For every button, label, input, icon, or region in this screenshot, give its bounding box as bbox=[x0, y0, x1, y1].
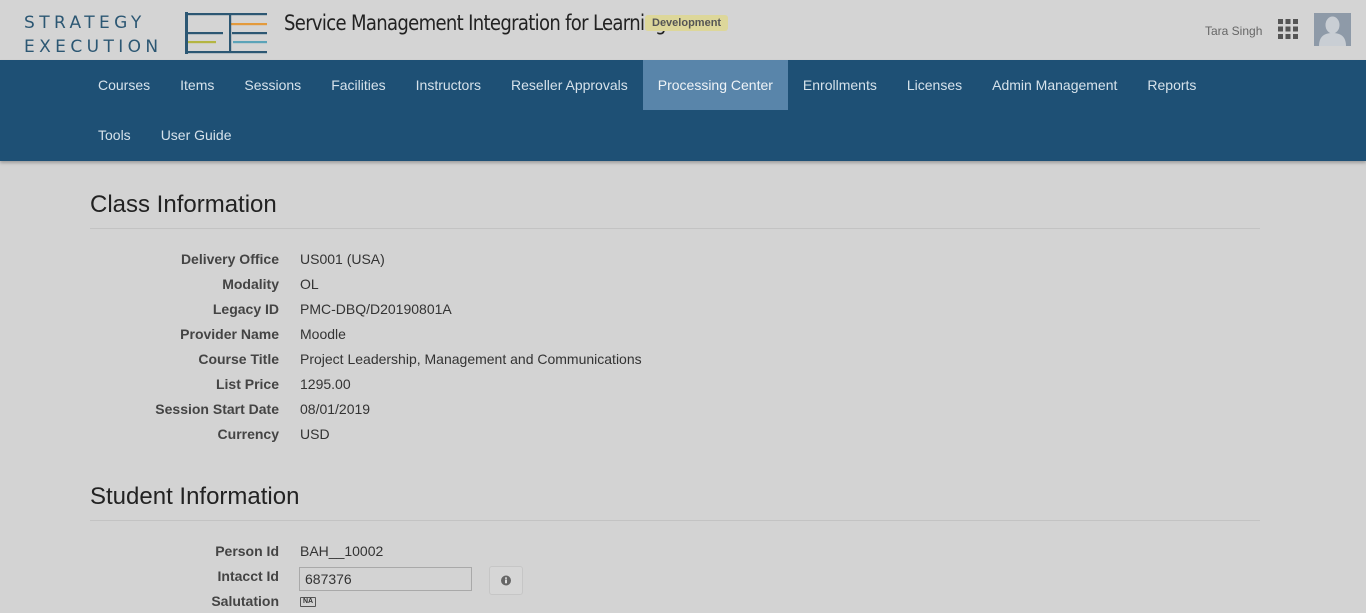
nav-item-admin-management[interactable]: Admin Management bbox=[977, 60, 1132, 110]
course-title-value: Project Leadership, Management and Commu… bbox=[300, 351, 642, 367]
app-header: STRATEGY EXECUTION Service Management In… bbox=[0, 0, 1366, 60]
grid-icon[interactable] bbox=[1278, 19, 1298, 39]
user-silhouette-icon bbox=[1319, 16, 1346, 46]
info-icon bbox=[501, 575, 511, 586]
intacct-id-input[interactable] bbox=[299, 567, 472, 591]
company-logo[interactable]: STRATEGY EXECUTION bbox=[24, 11, 163, 59]
logo-line-2: EXECUTION bbox=[24, 37, 163, 57]
field-label: List Price bbox=[215, 376, 279, 392]
logo-line-1: STRATEGY bbox=[24, 13, 146, 33]
nav-row-1: Courses Items Sessions Facilities Instru… bbox=[83, 60, 1211, 110]
nav-item-instructors[interactable]: Instructors bbox=[401, 60, 496, 110]
nav-item-user-guide[interactable]: User Guide bbox=[146, 110, 247, 160]
list-price-value: 1295.00 bbox=[300, 376, 351, 392]
nav-item-items[interactable]: Items bbox=[165, 60, 229, 110]
field-label: Delivery Office bbox=[180, 251, 279, 267]
avatar[interactable] bbox=[1314, 13, 1351, 46]
nav-item-enrollments[interactable]: Enrollments bbox=[788, 60, 892, 110]
field-label: Person Id bbox=[215, 543, 279, 559]
field-label: Session Start Date bbox=[155, 401, 279, 417]
main-nav: Courses Items Sessions Facilities Instru… bbox=[0, 60, 1366, 161]
field-label: Intacct Id bbox=[217, 568, 279, 584]
nav-item-facilities[interactable]: Facilities bbox=[316, 60, 400, 110]
class-information-heading: Class Information bbox=[90, 191, 277, 218]
nav-item-courses[interactable]: Courses bbox=[83, 60, 165, 110]
user-name[interactable]: Tara Singh bbox=[1205, 24, 1262, 38]
divider bbox=[90, 520, 1260, 521]
app-title: Service Management Integration for Learn… bbox=[284, 11, 667, 35]
legacy-id-value: PMC-DBQ/D20190801A bbox=[300, 301, 452, 317]
field-label: Provider Name bbox=[180, 326, 279, 342]
session-start-date-value: 08/01/2019 bbox=[300, 401, 371, 417]
divider bbox=[90, 228, 1260, 229]
nav-item-sessions[interactable]: Sessions bbox=[229, 60, 316, 110]
salutation-na-badge: NA bbox=[300, 597, 317, 607]
nav-item-processing-center[interactable]: Processing Center bbox=[642, 60, 788, 110]
field-label: Currency bbox=[217, 426, 279, 442]
nav-row-2: Tools User Guide bbox=[83, 110, 247, 160]
nav-item-licenses[interactable]: Licenses bbox=[892, 60, 977, 110]
nav-item-tools[interactable]: Tools bbox=[83, 110, 146, 160]
modality-value: OL bbox=[300, 276, 319, 292]
provider-name-value: Moodle bbox=[300, 326, 346, 342]
currency-value: USD bbox=[300, 426, 330, 442]
student-information-heading: Student Information bbox=[90, 483, 300, 510]
field-label: Salutation bbox=[211, 593, 279, 609]
delivery-office-value: US001 (USA) bbox=[300, 251, 385, 267]
field-label: Modality bbox=[222, 276, 279, 292]
person-id-value: BAH__10002 bbox=[300, 543, 384, 559]
environment-badge: Development bbox=[645, 15, 729, 31]
logo-mark-icon bbox=[185, 12, 267, 54]
nav-item-reseller-approvals[interactable]: Reseller Approvals bbox=[496, 60, 643, 110]
nav-item-reports[interactable]: Reports bbox=[1132, 60, 1211, 110]
intacct-info-button[interactable] bbox=[489, 566, 523, 595]
field-label: Course Title bbox=[198, 351, 279, 367]
field-label: Legacy ID bbox=[212, 301, 279, 317]
